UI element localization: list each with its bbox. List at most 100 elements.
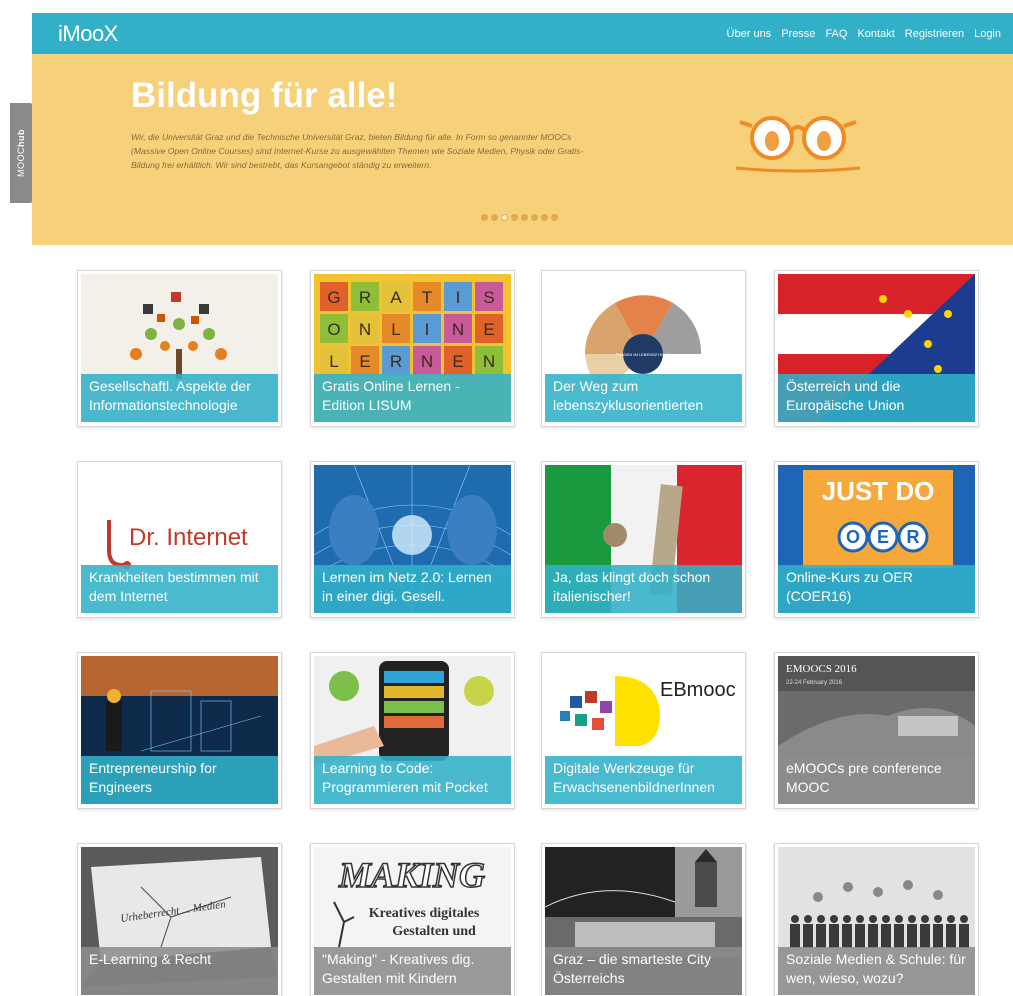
carousel-dot[interactable]	[481, 214, 488, 221]
svg-text:EBmooc: EBmooc	[660, 679, 736, 701]
carousel-dot[interactable]	[541, 214, 548, 221]
course-card[interactable]: EMOOCS 2016 22-24 February 2016 eMOOCs p…	[774, 652, 979, 809]
letter-block-text: I	[456, 288, 461, 307]
carousel-dot[interactable]	[491, 214, 498, 221]
carousel-dot[interactable]	[531, 214, 538, 221]
svg-text:Gestalten und: Gestalten und	[392, 924, 476, 939]
course-title[interactable]: Graz – die smarteste City Österreichs	[545, 947, 742, 995]
course-card[interactable]: Graz – die smarteste City Österreichs	[541, 843, 746, 996]
moochub-side-tab[interactable]: MOOChub	[10, 103, 32, 203]
course-title[interactable]: Gratis Online Lernen - Edition LISUM	[314, 374, 511, 422]
person-icon	[947, 915, 955, 923]
letter-block-text: E	[452, 352, 463, 371]
course-title[interactable]: Der Weg zum lebenszyklusorientierten	[545, 374, 742, 422]
site-logo[interactable]: iMooX	[58, 21, 118, 47]
svg-text:Dr. Internet: Dr. Internet	[129, 524, 248, 551]
course-title[interactable]: eMOOCs pre conference MOOC	[778, 756, 975, 804]
carousel-dot[interactable]	[521, 214, 528, 221]
course-card[interactable]: Lernen im Netz 2.0: Lernen in einer digi…	[310, 461, 515, 618]
person-icon	[921, 915, 929, 923]
course-card[interactable]: Entrepreneurship for Engineers	[77, 652, 282, 809]
course-title[interactable]: Online-Kurs zu OER (COER16)	[778, 565, 975, 613]
person-icon	[907, 924, 917, 948]
svg-text:E: E	[877, 527, 889, 547]
course-card[interactable]: Ja, das klingt doch schon italienischer!	[541, 461, 746, 618]
course-card[interactable]: Gesellschaftl. Aspekte der Informationst…	[77, 270, 282, 427]
main-nav: Über uns Presse FAQ Kontakt Registrieren…	[727, 28, 1001, 40]
nav-link-registrieren[interactable]: Registrieren	[905, 28, 964, 40]
letter-block-text: G	[327, 288, 340, 307]
letter-block-text: T	[422, 288, 432, 307]
course-card[interactable]: G R A T I S O N L I N E L E R N E N Gratis Online Lernen -…	[310, 270, 515, 427]
course-card[interactable]: Learning to Code: Programmieren mit Pock…	[310, 652, 515, 809]
carousel-dots	[481, 214, 558, 221]
glasses-mascot-icon	[735, 116, 861, 173]
person-icon	[790, 924, 800, 948]
person-icon	[959, 924, 969, 948]
person-icon	[946, 924, 956, 948]
person-icon	[882, 915, 890, 923]
top-navbar: iMooX Über uns Presse FAQ Kontakt Regist…	[32, 13, 1013, 54]
carousel-dot[interactable]	[551, 214, 558, 221]
course-card[interactable]: PHASEN IM LEBENSZYKLUS Der Weg zum lebens…	[541, 270, 746, 427]
letter-block-text: I	[425, 320, 430, 339]
person-icon	[803, 924, 813, 948]
course-title[interactable]: Österreich und die Europäische Union	[778, 374, 975, 422]
letter-block-text: L	[391, 320, 400, 339]
svg-text:EMOOCS 2016: EMOOCS 2016	[786, 663, 857, 675]
person-icon	[804, 915, 812, 923]
course-card[interactable]: Urheberrecht ... Medien E-Learning & Rech…	[77, 843, 282, 996]
letter-block-text: N	[359, 320, 371, 339]
person-icon	[843, 915, 851, 923]
person-icon	[894, 924, 904, 948]
course-card[interactable]: EBmooc Digitale Werkzeuge für Erwachsenen…	[541, 652, 746, 809]
course-title[interactable]: Ja, das klingt doch schon italienischer!	[545, 565, 742, 613]
svg-text:Kreatives digitales: Kreatives digitales	[369, 906, 480, 921]
course-card[interactable]: Dr. Internet Krankheiten bestimmen mit de…	[77, 461, 282, 618]
letter-block-text: R	[390, 352, 402, 371]
person-icon	[856, 915, 864, 923]
carousel-dot[interactable]	[511, 214, 518, 221]
course-card[interactable]: Österreich und die Europäische Union	[774, 270, 979, 427]
nav-link-kontakt[interactable]: Kontakt	[857, 28, 894, 40]
letter-block-text: N	[452, 320, 464, 339]
svg-text:22-24 February 2016: 22-24 February 2016	[786, 680, 843, 686]
person-icon	[908, 915, 916, 923]
course-title[interactable]: Gesellschaftl. Aspekte der Informationst…	[81, 374, 278, 422]
letter-block-text: N	[421, 352, 433, 371]
svg-text:JUST DO: JUST DO	[822, 476, 935, 506]
svg-text:PHASEN IM LEBENSZYKLUS: PHASEN IM LEBENSZYKLUS	[616, 352, 671, 357]
person-icon	[933, 924, 943, 948]
letter-block-text: A	[390, 288, 402, 307]
carousel-dot[interactable]	[501, 214, 508, 221]
course-card[interactable]: MAKING Kreatives digitales Gestalten und…	[310, 843, 515, 996]
course-title[interactable]: Digitale Werkzeuge für Erwachsenenbildne…	[545, 756, 742, 804]
person-icon	[934, 915, 942, 923]
person-icon	[869, 915, 877, 923]
course-title[interactable]: Entrepreneurship for Engineers	[81, 756, 278, 804]
course-title[interactable]: E-Learning & Recht	[81, 947, 278, 995]
letter-block-text: N	[483, 352, 495, 371]
nav-link-faq[interactable]: FAQ	[825, 28, 847, 40]
nav-link-ueber-uns[interactable]: Über uns	[727, 28, 772, 40]
svg-text:MAKING: MAKING	[338, 855, 485, 895]
person-icon	[881, 924, 891, 948]
course-title[interactable]: Learning to Code: Programmieren mit Pock…	[314, 756, 511, 804]
course-title[interactable]: Lernen im Netz 2.0: Lernen in einer digi…	[314, 565, 511, 613]
course-card[interactable]: JUST DO O E R Online-Kurs zu OER (COER16)	[774, 461, 979, 618]
person-icon	[816, 924, 826, 948]
person-icon	[895, 915, 903, 923]
hero-title: Bildung für alle!	[131, 76, 398, 115]
course-card[interactable]: Soziale Medien & Schule: für wen, wieso,…	[774, 843, 979, 996]
letter-block-text: E	[359, 352, 370, 371]
person-icon	[960, 915, 968, 923]
course-title[interactable]: "Making" - Kreatives dig. Gestalten mit …	[314, 947, 511, 995]
nav-link-login[interactable]: Login	[974, 28, 1001, 40]
person-icon	[829, 924, 839, 948]
person-icon	[920, 924, 930, 948]
letter-block-text: S	[483, 288, 494, 307]
course-title[interactable]: Krankheiten bestimmen mit dem Internet	[81, 565, 278, 613]
course-title[interactable]: Soziale Medien & Schule: für wen, wieso,…	[778, 947, 975, 995]
nav-link-presse[interactable]: Presse	[781, 28, 815, 40]
person-icon	[791, 915, 799, 923]
